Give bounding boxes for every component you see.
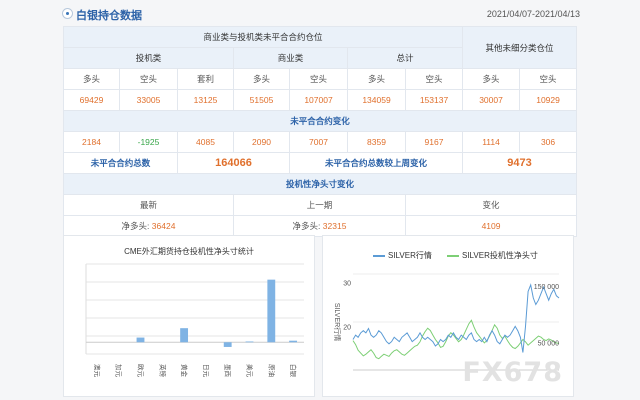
- change-cell: 7007: [289, 131, 348, 153]
- change-cell: 306: [519, 131, 578, 153]
- value-cell: 30007: [462, 89, 521, 111]
- left-tick-label: 20: [343, 324, 351, 331]
- silver-chart-panel: SILVER行情 SILVER投机性净头寸 30 20 150 000 50 000 S…: [322, 235, 574, 397]
- value-cell: 69429: [63, 89, 120, 111]
- column-header: 空头: [289, 68, 348, 90]
- x-tick-label: 加元: [115, 364, 124, 378]
- value-cell: 13125: [177, 89, 234, 111]
- date-range: 2021/04/07-2021/04/13: [486, 9, 580, 19]
- section-title-open-interest-change: 未平合合约变化: [62, 110, 578, 132]
- spec-col-previous: 上一期: [233, 194, 406, 216]
- series-silver-price-line: [352, 283, 560, 353]
- latest-net-value: 36424: [151, 221, 176, 231]
- spec-latest-cell: 净多头: 36424: [63, 215, 234, 237]
- column-header: 空头: [519, 68, 578, 90]
- value-cell: 153137: [404, 89, 464, 111]
- spec-previous-cell: 净多头: 32315: [233, 215, 406, 237]
- column-header-row: 多头 空头 套利 多头 空头 多头 空头 多头 空头: [63, 68, 578, 90]
- column-header: 空头: [404, 68, 464, 90]
- column-header: 套利: [177, 68, 234, 90]
- bar-黄金: [180, 328, 189, 343]
- spec-values-row: 净多头: 36424 净多头: 32315 4109: [63, 215, 578, 237]
- spec-header-row: 最新 上一期 变化: [63, 194, 578, 216]
- bar-原油: [267, 279, 276, 343]
- x-tick-label: 日元: [202, 364, 210, 378]
- x-tick-label: 欧元: [137, 364, 146, 378]
- x-tick-label: 英镑: [158, 364, 167, 378]
- x-tick-label: 美元: [246, 364, 255, 378]
- series-silver-net-line: [352, 319, 560, 360]
- watermark-logo: FX678: [462, 357, 563, 388]
- change-cell: 4085: [177, 131, 234, 153]
- cme-net-position-chart-panel: CME外汇期货持仓投机性净头寸统计 澳元 加元 欧元 英镑 黄金 日元 墨西 美元 原油 白银: [63, 235, 315, 397]
- weekly-change-label: 未平合合约总数较上周变化: [288, 152, 464, 174]
- group-header-commercial-speculative: 商业类与投机类未平合合约仓位: [62, 26, 464, 48]
- x-tick-label: 墨西: [224, 364, 232, 378]
- x-tick-label: 原油: [267, 364, 276, 377]
- change-cell: 2090: [233, 131, 290, 153]
- value-cell: 107007: [289, 89, 348, 111]
- subgroup-speculative: 投机类: [63, 47, 234, 69]
- column-header: 多头: [233, 68, 290, 90]
- weekly-change-value: 9473: [462, 152, 578, 174]
- column-header: 多头: [63, 68, 120, 90]
- group-header-other: 其他未细分类仓位: [462, 26, 578, 69]
- section-bullet-icon: [62, 8, 73, 19]
- change-cell: -1925: [119, 131, 178, 153]
- column-header: 空头: [119, 68, 178, 90]
- change-cell: 9167: [404, 131, 464, 153]
- left-tick-label: 30: [343, 281, 351, 288]
- values-row: 69429 33005 13125 51505 107007 134059 15…: [63, 89, 578, 111]
- bar-chart: 澳元 加元 欧元 英镑 黄金 日元 墨西 美元 原油 白银: [85, 263, 304, 378]
- bar-欧元: [136, 337, 145, 343]
- bar-白银: [289, 340, 298, 343]
- x-tick-label: 白银: [289, 364, 298, 378]
- column-header: 多头: [462, 68, 521, 90]
- positions-table: 商业类与投机类未平合合约仓位 其他未细分类仓位 投机类 商业类 总计 多头 空头…: [62, 26, 578, 237]
- subgroup-total: 总计: [346, 47, 464, 69]
- x-tick-label: 澳元: [93, 364, 102, 378]
- change-cell: 2184: [63, 131, 120, 153]
- change-cell: 8359: [347, 131, 406, 153]
- x-tick-label: 黄金: [180, 364, 189, 378]
- subgroup-commercial: 商业类: [233, 47, 348, 69]
- bar-美元: [245, 341, 254, 343]
- change-cell: 1114: [462, 131, 521, 153]
- right-tick-label: 150 000: [534, 284, 559, 291]
- total-open-interest-value: 164066: [177, 152, 290, 174]
- value-cell: 51505: [233, 89, 290, 111]
- column-header: 多头: [347, 68, 406, 90]
- spec-col-change: 变化: [404, 194, 578, 216]
- page-title: 白银持仓数据: [76, 10, 142, 22]
- net-long-label: 净多头:: [121, 221, 150, 231]
- previous-net-value: 32315: [322, 221, 347, 231]
- net-long-label: 净多头:: [292, 221, 321, 231]
- y-axis-label: SILVER行情: [333, 303, 342, 341]
- spec-col-latest: 最新: [63, 194, 234, 216]
- net-change-value: 4109: [404, 215, 578, 237]
- changes-row: 2184 -1925 4085 2090 7007 8359 9167 1114…: [63, 131, 578, 153]
- total-open-interest-label: 未平合合约总数: [63, 152, 178, 174]
- value-cell: 33005: [119, 89, 178, 111]
- value-cell: 10929: [519, 89, 578, 111]
- page-header: 白银持仓数据 2021/04/07-2021/04/13: [62, 4, 580, 24]
- right-tick-label: 50 000: [538, 340, 560, 347]
- bar-墨西: [223, 342, 232, 347]
- section-title-spec-net: 投机性净头寸变化: [62, 173, 578, 195]
- value-cell: 134059: [347, 89, 406, 111]
